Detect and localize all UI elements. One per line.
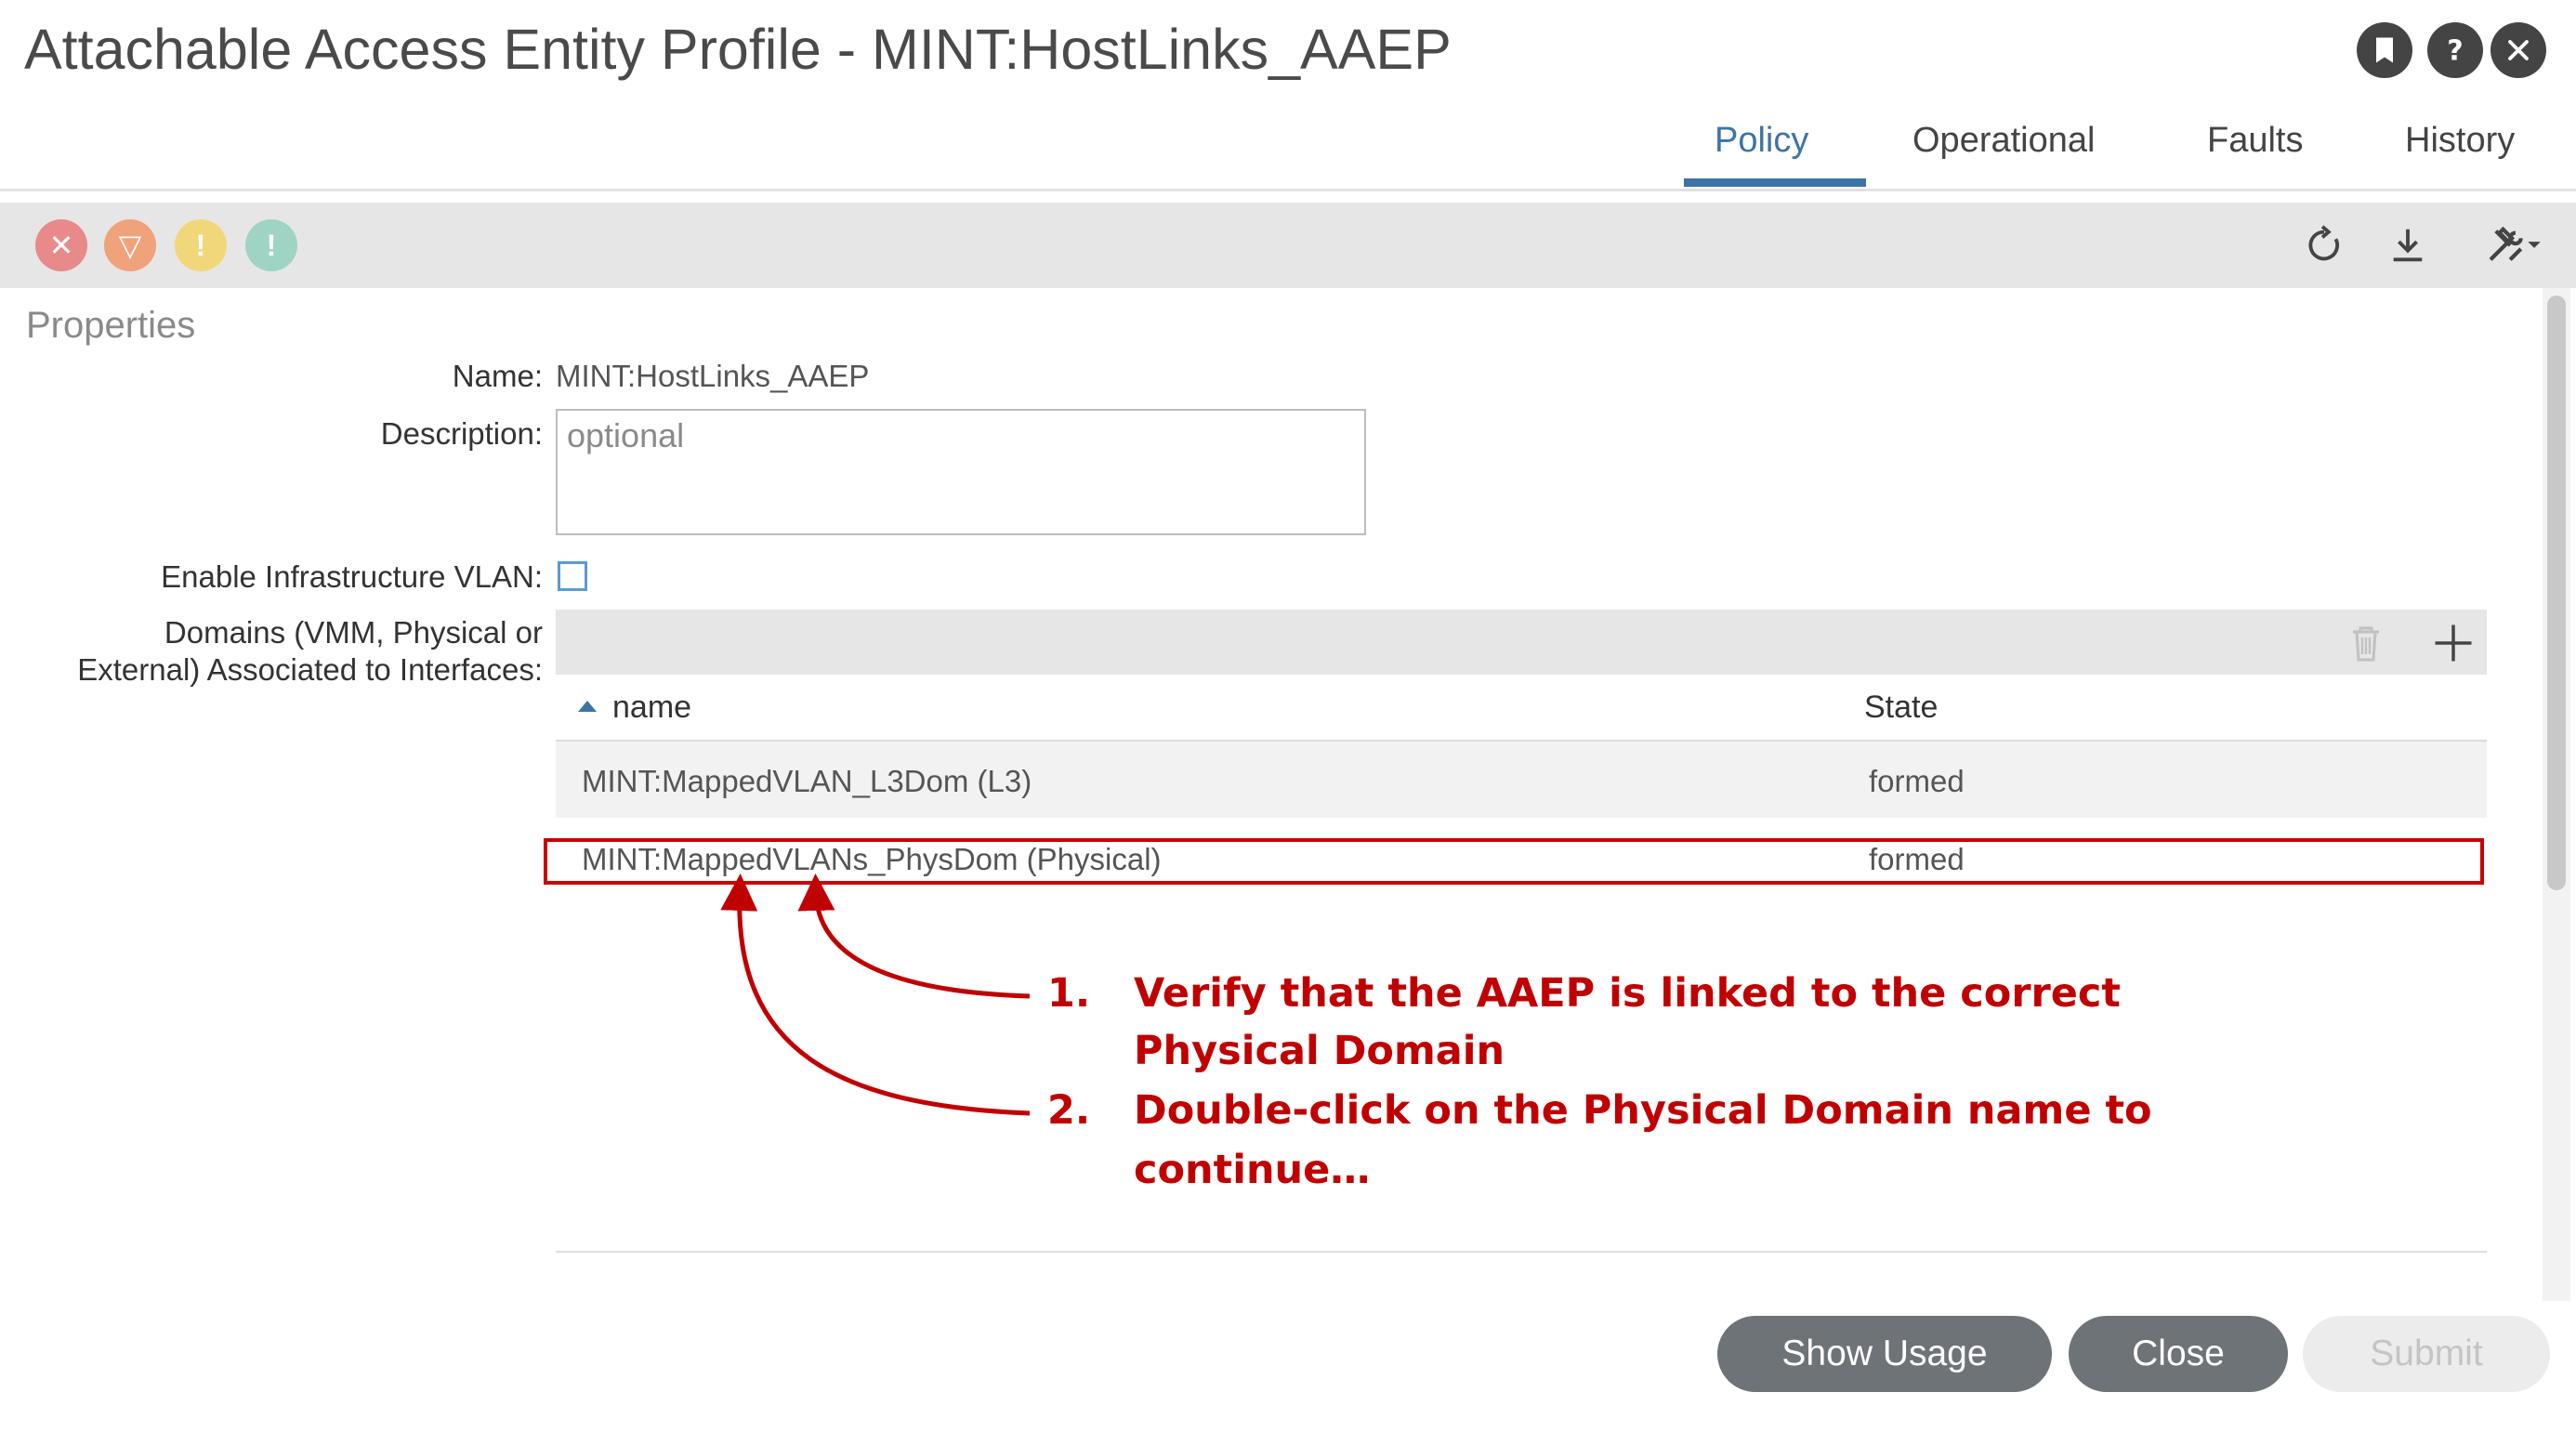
annotation-1-number: 1. [1047, 970, 1091, 1017]
arrow-1 [797, 874, 1031, 999]
annotation-2-line1: Double-click on the Physical Domain name… [1134, 1087, 2152, 1134]
annotation-1-line1: Verify that the AAEP is linked to the co… [1134, 970, 2121, 1017]
arrow-2 [720, 874, 1031, 1116]
close-button[interactable]: Close [2069, 1316, 2288, 1392]
annotation-1-line2: Physical Domain [1134, 1028, 1505, 1074]
show-usage-button[interactable]: Show Usage [1717, 1316, 2052, 1392]
table-bottom-divider [556, 1251, 2487, 1253]
annotation-arrows [720, 874, 1031, 1116]
annotation-2-line2: continue… [1134, 1147, 1371, 1193]
annotation-2-number: 2. [1047, 1087, 1091, 1134]
submit-button[interactable]: Submit [2303, 1316, 2550, 1392]
